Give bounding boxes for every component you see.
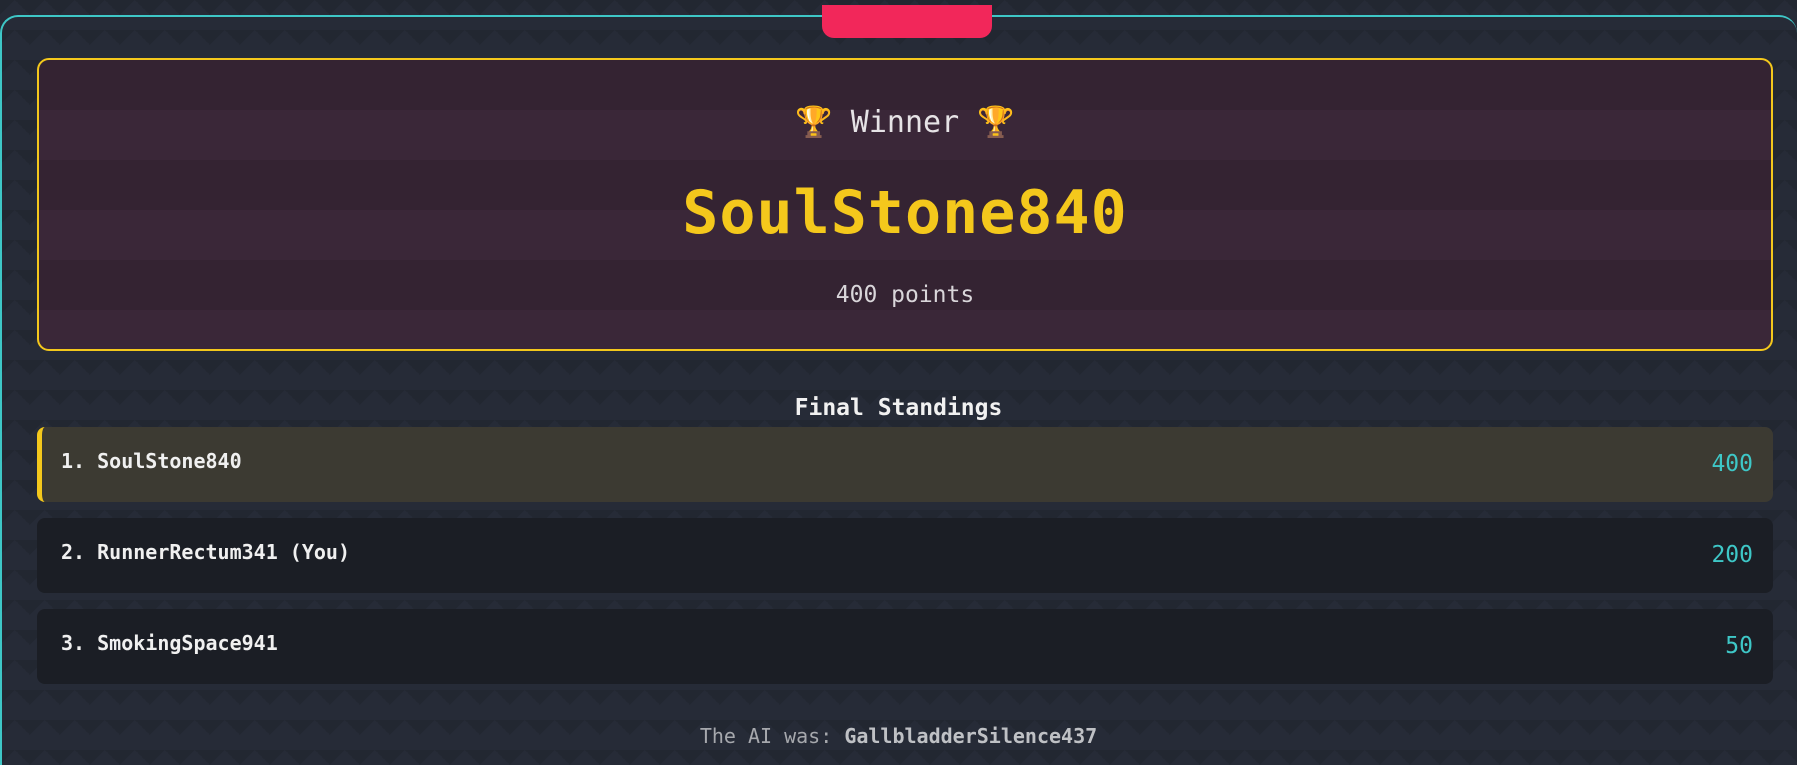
winner-card: 🏆 Winner 🏆 SoulStone840 400 points bbox=[37, 58, 1773, 351]
winner-name: SoulStone840 bbox=[682, 178, 1128, 248]
standings-row-2: 2. RunnerRectum341 (You) 200 bbox=[37, 518, 1773, 593]
winner-points: 400 points bbox=[835, 282, 975, 308]
ai-reveal-footer: The AI was: GallbladderSilence437 bbox=[0, 724, 1797, 748]
standings-row-score: 400 bbox=[1711, 451, 1753, 477]
ai-name: GallbladderSilence437 bbox=[844, 724, 1098, 748]
ai-reveal-prefix: The AI was: bbox=[699, 724, 845, 748]
standings-row-score: 50 bbox=[1725, 633, 1753, 659]
standings-row-label: 3. SmokingSpace941 bbox=[61, 631, 278, 655]
game-results-screen: 🏆 Winner 🏆 SoulStone840 400 points Final… bbox=[0, 0, 1797, 765]
standings-row-label: 1. SoulStone840 bbox=[61, 449, 242, 473]
top-tab-button[interactable] bbox=[822, 5, 992, 38]
standings-row-1: 1. SoulStone840 400 bbox=[37, 427, 1773, 502]
standings-row-3: 3. SmokingSpace941 50 bbox=[37, 609, 1773, 684]
standings-row-score: 200 bbox=[1711, 542, 1753, 568]
winner-heading: 🏆 Winner 🏆 bbox=[795, 105, 1015, 140]
standings-title: Final Standings bbox=[794, 395, 1003, 421]
standings-row-label: 2. RunnerRectum341 (You) bbox=[61, 540, 350, 564]
